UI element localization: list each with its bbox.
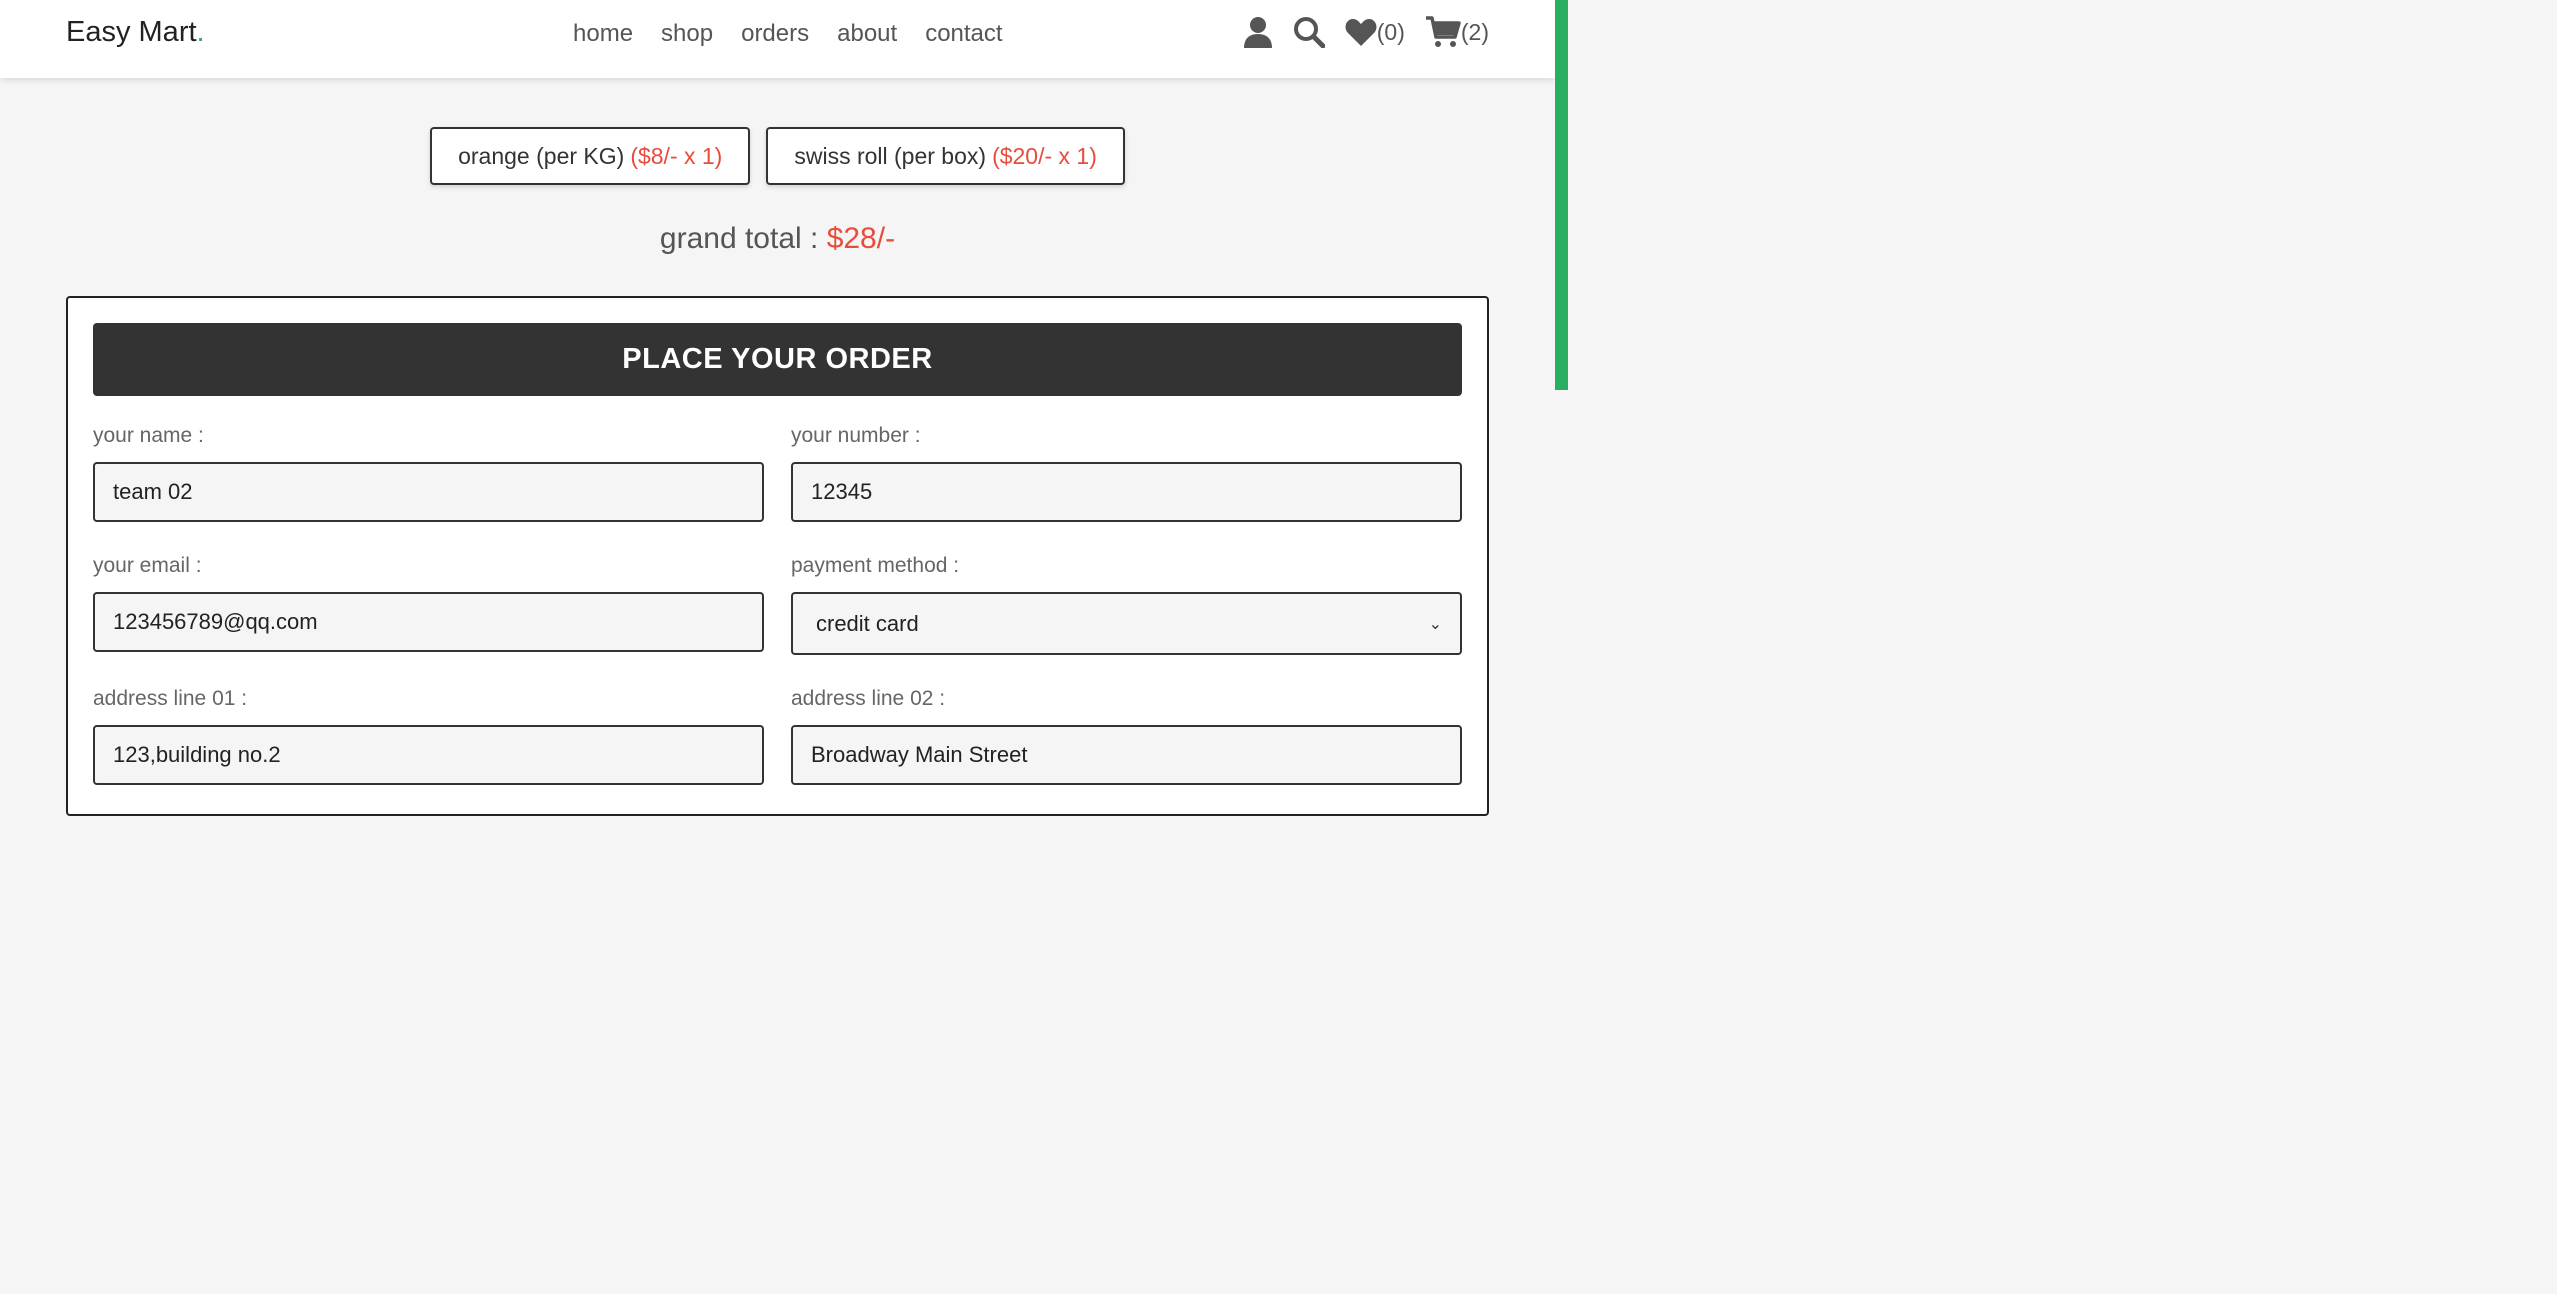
payment-method-select[interactable]: credit card ⌄: [791, 592, 1462, 655]
nav-contact[interactable]: contact: [925, 20, 1002, 48]
address2-label: address line 02 :: [791, 687, 946, 710]
grand-total: grand total : $28/-: [0, 222, 1555, 256]
email-label: your email :: [93, 554, 202, 577]
scrollbar[interactable]: [1555, 0, 1568, 794]
number-input[interactable]: 12345: [791, 462, 1462, 522]
address2-input[interactable]: Broadway Main Street: [791, 725, 1462, 785]
cart-item: orange (per KG) ($8/- x 1): [430, 127, 751, 185]
cart-count: (2): [1460, 18, 1489, 45]
address1-input[interactable]: 123,building no.2: [93, 725, 764, 785]
main-nav: home shop orders about contact: [573, 20, 1003, 48]
nav-home[interactable]: home: [573, 20, 633, 48]
brand-name: Easy Mart: [66, 16, 197, 48]
cart-item-price: ($8/- x 1): [630, 142, 723, 169]
chevron-down-icon: ⌄: [1428, 615, 1442, 633]
cart-button[interactable]: (2): [1425, 16, 1489, 48]
address2-field-group: address line 02 : Broadway Main Street: [791, 686, 1462, 785]
nav-orders[interactable]: orders: [741, 20, 809, 48]
cart-items: orange (per KG) ($8/- x 1) swiss roll (p…: [0, 127, 1555, 185]
header: Easy Mart. home shop orders about contac…: [0, 0, 1555, 78]
wishlist-count: (0): [1376, 18, 1405, 45]
search-icon: [1293, 17, 1325, 48]
payment-label: payment method :: [791, 554, 960, 577]
brand-dot: .: [196, 16, 205, 48]
name-label: your name :: [93, 424, 204, 447]
address1-label: address line 01 :: [93, 687, 248, 710]
payment-method-value: credit card: [816, 610, 919, 636]
header-icons: (0) (2): [1243, 16, 1489, 48]
wishlist-button[interactable]: (0): [1345, 17, 1405, 47]
cart-item-price: ($20/- x 1): [992, 142, 1097, 169]
cart-icon: [1425, 16, 1461, 47]
address1-field-group: address line 01 : 123,building no.2: [93, 686, 764, 785]
number-label: your number :: [791, 424, 921, 447]
logo[interactable]: Easy Mart.: [66, 16, 205, 49]
nav-shop[interactable]: shop: [661, 20, 713, 48]
cart-item: swiss roll (per box) ($20/- x 1): [766, 127, 1125, 185]
search-button[interactable]: [1293, 16, 1325, 48]
cart-item-name: orange (per KG): [458, 142, 625, 169]
grand-total-label: grand total :: [659, 222, 819, 255]
email-input[interactable]: 123456789@qq.com: [93, 592, 764, 652]
form-title: PLACE YOUR ORDER: [93, 323, 1462, 396]
payment-field-group: payment method : credit card ⌄: [791, 553, 1462, 655]
name-input[interactable]: team 02: [93, 462, 764, 522]
user-icon: [1243, 17, 1272, 48]
name-field-group: your name : team 02: [93, 423, 764, 522]
cart-item-name: swiss roll (per box): [794, 142, 987, 169]
heart-icon: [1345, 19, 1377, 46]
order-form: PLACE YOUR ORDER your name : team 02 you…: [66, 296, 1489, 816]
email-field-group: your email : 123456789@qq.com: [93, 553, 764, 652]
number-field-group: your number : 12345: [791, 423, 1462, 522]
user-button[interactable]: [1243, 16, 1273, 48]
scrollbar-thumb[interactable]: [1555, 0, 1568, 390]
grand-total-amount: $28/-: [826, 222, 896, 255]
nav-about[interactable]: about: [837, 20, 897, 48]
